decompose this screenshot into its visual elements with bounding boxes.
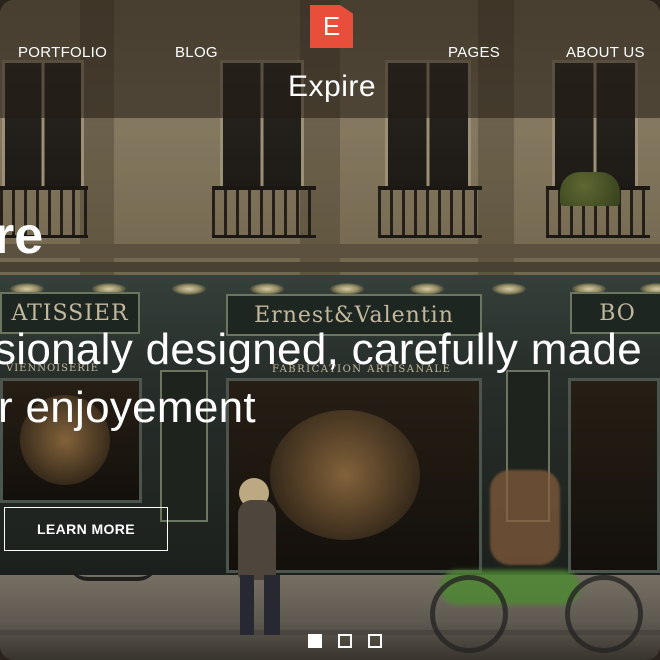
learn-more-button[interactable]: LEARN MORE (4, 507, 168, 551)
hero-subtitle-line-1: sionaly designed, carefully made (0, 325, 642, 374)
hero-subtitle-line-2: r enjoyement (0, 383, 256, 432)
slider-dot-2[interactable] (338, 634, 352, 648)
logo-icon[interactable]: E (310, 5, 353, 48)
nav-portfolio-link[interactable]: PORTFOLIO (18, 44, 107, 61)
nav-pages-link[interactable]: PAGES (448, 44, 500, 61)
slider-pagination (308, 634, 382, 648)
slider-dot-1[interactable] (308, 634, 322, 648)
hero-title: re (0, 207, 44, 265)
slider-dot-3[interactable] (368, 634, 382, 648)
nav-about-us-link[interactable]: ABOUT US (566, 44, 645, 61)
logo-text[interactable]: Expire (288, 70, 376, 104)
nav-blog-link[interactable]: BLOG (175, 44, 218, 61)
